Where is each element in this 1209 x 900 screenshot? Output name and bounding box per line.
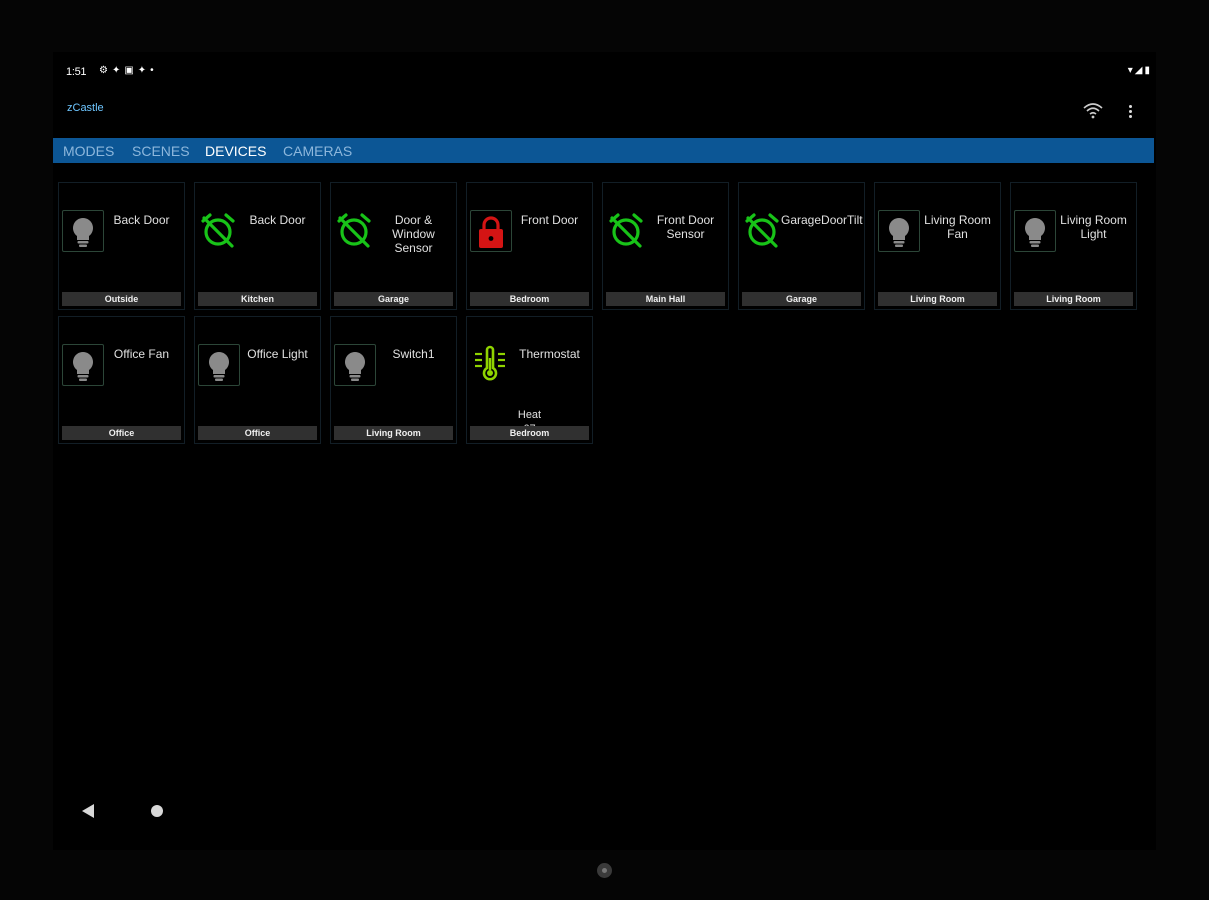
- device-tile[interactable]: Back Door Kitchen: [194, 182, 321, 310]
- device-room: Living Room: [1014, 292, 1133, 306]
- device-tile[interactable]: Office Light Office: [194, 316, 321, 444]
- device-name: Living Room Fan: [924, 213, 991, 241]
- alarm-off-icon: [198, 210, 240, 252]
- alarm-off-icon: [742, 210, 784, 252]
- device-room: Living Room: [334, 426, 453, 440]
- alarm-off-icon: [606, 210, 648, 252]
- bulb-icon: [1014, 210, 1056, 252]
- more-vert-icon[interactable]: [1124, 100, 1138, 122]
- tab-cameras[interactable]: CAMERAS: [283, 138, 352, 163]
- device-room: Garage: [742, 292, 861, 306]
- tab-bar: MODES SCENES DEVICES CAMERAS: [53, 138, 1154, 163]
- app-bar: zCastle: [53, 96, 1156, 130]
- status-notification-icons: ⚙✦▣✦•: [99, 65, 158, 76]
- bulb-icon: [62, 210, 104, 252]
- wifi-icon[interactable]: [1082, 100, 1104, 122]
- bulb-icon: [878, 210, 920, 252]
- device-room: Main Hall: [606, 292, 725, 306]
- device-room: Bedroom: [470, 292, 589, 306]
- device-name: Door & Window Sensor: [392, 213, 435, 255]
- device-name: Living Room Light: [1060, 213, 1127, 241]
- status-system-icons: ▾◢▮: [1128, 65, 1152, 76]
- device-tile[interactable]: Thermostat Heat 67 Bedroom: [466, 316, 593, 444]
- bulb-icon: [198, 344, 240, 386]
- device-name: GarageDoorTilt: [781, 213, 863, 227]
- device-name: Office Light: [247, 347, 308, 361]
- tab-scenes[interactable]: SCENES: [132, 138, 190, 163]
- app-title: zCastle: [67, 102, 104, 114]
- device-name: Office Fan: [113, 347, 170, 361]
- device-tile[interactable]: Back Door Outside: [58, 182, 185, 310]
- device-name: Thermostat: [519, 347, 580, 361]
- device-room: Outside: [62, 292, 181, 306]
- device-tile[interactable]: Switch1 Living Room: [330, 316, 457, 444]
- device-name: Switch1: [392, 347, 435, 361]
- device-name: Back Door: [249, 213, 306, 227]
- wifi-icon: ▾: [1127, 65, 1135, 76]
- device-tile[interactable]: Office Fan Office: [58, 316, 185, 444]
- device-tile[interactable]: Front Door Bedroom: [466, 182, 593, 310]
- bulb-icon: [334, 344, 376, 386]
- status-time: 1:51: [66, 66, 87, 78]
- device-room: Bedroom: [470, 426, 589, 440]
- device-name: Front Door: [520, 213, 579, 227]
- device-room: Garage: [334, 292, 453, 306]
- alarm-off-icon: [334, 210, 376, 252]
- tab-modes[interactable]: MODES: [63, 138, 114, 163]
- lock-icon: [470, 210, 512, 252]
- battery-icon: ▮: [1144, 65, 1152, 76]
- home-icon[interactable]: [151, 805, 163, 817]
- bulb-icon: [62, 344, 104, 386]
- home-indicator-icon: [597, 863, 612, 878]
- device-room: Living Room: [878, 292, 997, 306]
- device-tile[interactable]: Living Room Fan Living Room: [874, 182, 1001, 310]
- thermometer-icon: [470, 344, 512, 386]
- status-bar: 1:51 ⚙✦▣✦• ▾◢▮: [53, 64, 1156, 82]
- device-tile[interactable]: Door & Window Sensor Garage: [330, 182, 457, 310]
- back-icon[interactable]: [82, 804, 94, 818]
- tab-devices[interactable]: DEVICES: [205, 138, 266, 163]
- device-tile[interactable]: Front Door Sensor Main Hall: [602, 182, 729, 310]
- device-room: Office: [198, 426, 317, 440]
- device-tile[interactable]: GarageDoorTilt Garage: [738, 182, 865, 310]
- device-room: Kitchen: [198, 292, 317, 306]
- device-name: Back Door: [113, 213, 170, 227]
- device-tile[interactable]: Living Room Light Living Room: [1010, 182, 1137, 310]
- device-name: Front Door Sensor: [656, 213, 715, 241]
- app-screen: [53, 52, 1156, 850]
- device-room: Office: [62, 426, 181, 440]
